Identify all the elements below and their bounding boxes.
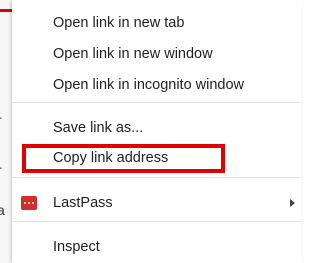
menu-item-open-new-tab[interactable]: Open link in new tab [12, 10, 302, 36]
chevron-right-icon [290, 199, 295, 207]
background-page: r r a [0, 0, 18, 263]
menu-item-label: Inspect [53, 239, 100, 255]
background-text: r [0, 112, 2, 128]
menu-item-lastpass[interactable]: LastPass [12, 190, 302, 216]
menu-item-open-incognito[interactable]: Open link in incognito window [12, 72, 302, 98]
background-text: a [0, 202, 5, 218]
menu-separator [12, 221, 302, 222]
menu-item-open-new-window[interactable]: Open link in new window [12, 41, 302, 67]
menu-item-label: LastPass [53, 195, 113, 211]
menu-item-label: Open link in new tab [53, 15, 185, 31]
context-menu: Open link in new tab Open link in new wi… [12, 0, 302, 263]
menu-item-save-link[interactable]: Save link as... [12, 115, 302, 141]
copy-link-highlight-box [22, 144, 225, 173]
background-text: r [0, 162, 2, 178]
menu-separator [12, 177, 302, 178]
menu-item-label: Open link in new window [53, 46, 213, 62]
menu-item-label: Open link in incognito window [53, 77, 245, 93]
menu-item-label: Save link as... [53, 120, 144, 136]
menu-item-inspect[interactable]: Inspect [12, 234, 302, 260]
lastpass-icon [21, 196, 37, 210]
menu-separator [12, 102, 302, 103]
